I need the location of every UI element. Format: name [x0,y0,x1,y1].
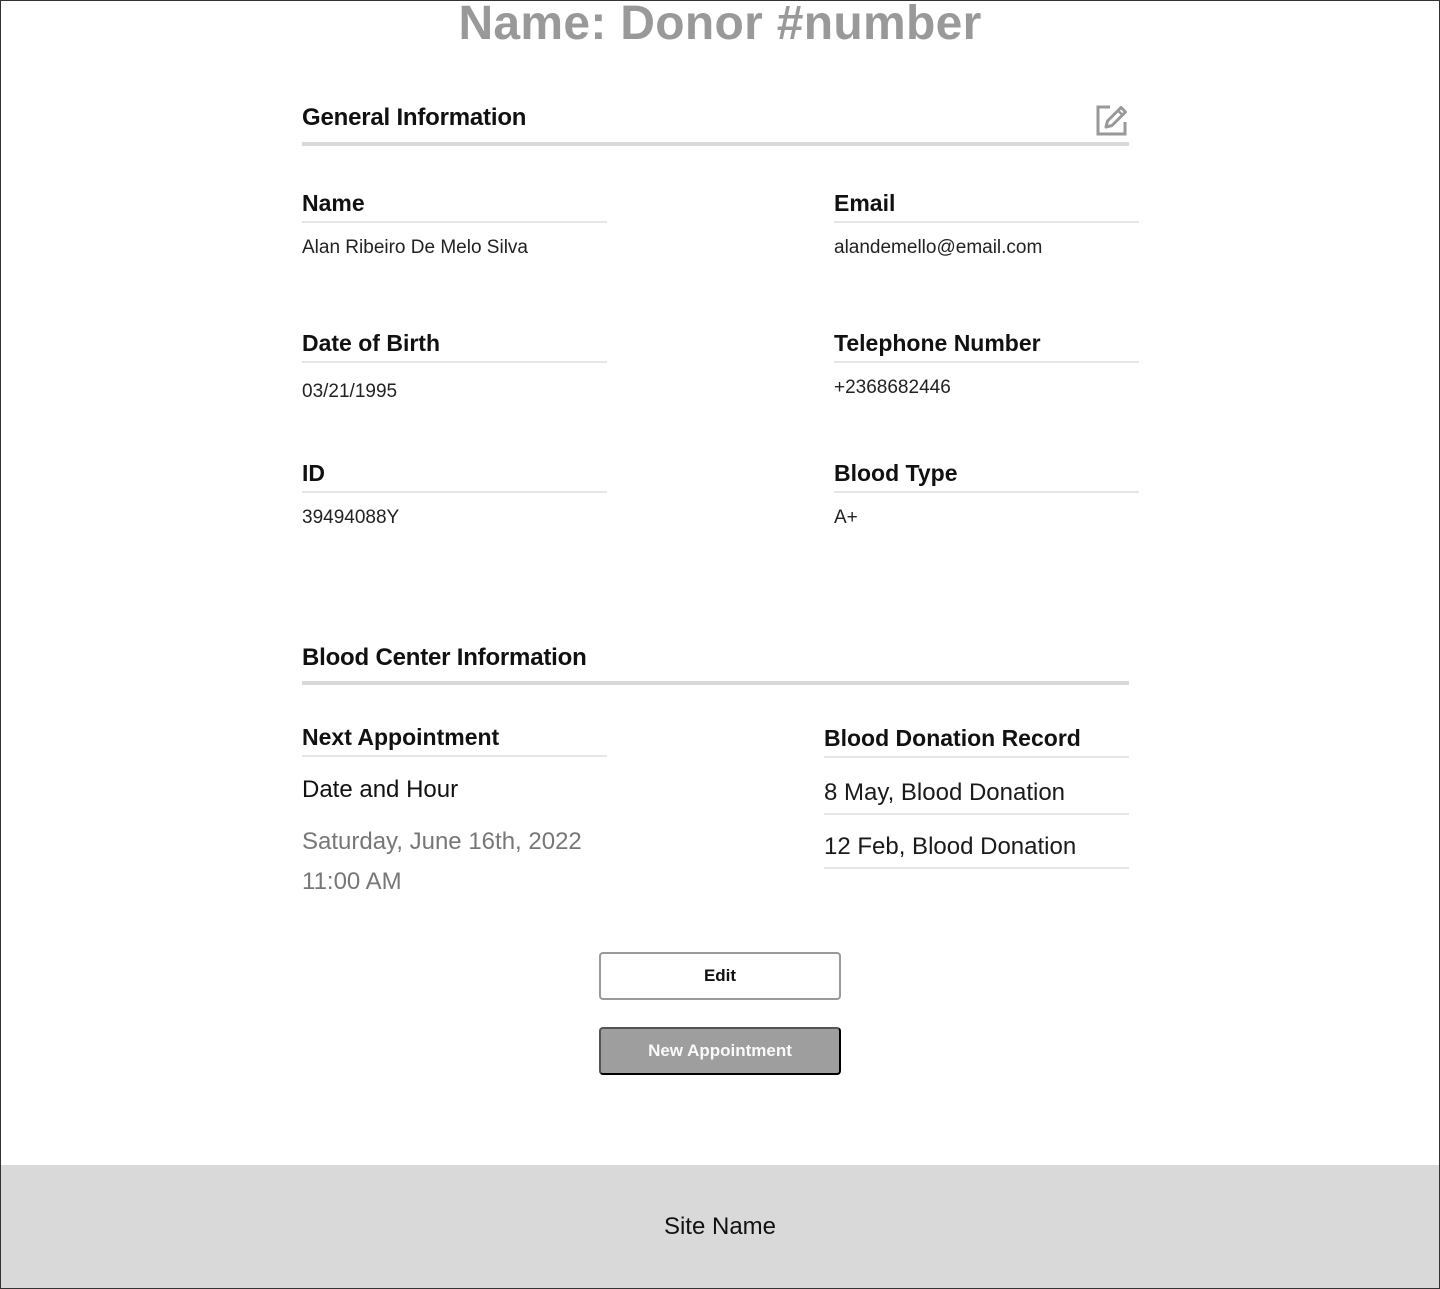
field-divider [302,221,607,223]
next-appointment: Next Appointment [302,723,607,757]
donation-record-text: 8 May, Blood Donation [824,779,1066,806]
field-label: Blood Donation Record [824,725,1081,751]
section-title: Blood Center Information [302,644,587,671]
field-label: Date of Birth [302,330,440,356]
field-label: Blood Type [834,460,958,486]
field-divider [302,491,607,493]
appointment-sub-label: Date and Hour [302,776,459,803]
donation-record-item: 8 May, Blood Donation [824,778,1129,815]
field-name: Name Alan Ribeiro De Melo Silva [302,189,607,259]
section-title: General Information [302,104,527,131]
appointment-date: Saturday, June 16th, 2022 [302,828,582,855]
field-divider [834,361,1139,363]
footer-site-name: Site Name [663,1213,777,1240]
blood-center-header: Blood Center Information [302,644,1129,685]
field-email: Email alandemello@email.com [834,189,1139,259]
field-label: ID [302,460,325,486]
field-date-of-birth: Date of Birth 03/21/1995 [302,329,607,403]
donation-record-item: 12 Feb, Blood Donation [824,832,1129,869]
section-divider [302,681,1129,685]
field-divider [824,756,1129,758]
footer: Site Name [0,1165,1440,1289]
appointment-time: 11:00 AM [302,868,402,895]
field-divider [834,491,1139,493]
donation-record: Blood Donation Record [824,724,1129,758]
field-value: +2368682446 [834,377,951,398]
field-value: 39494088Y [302,507,400,528]
donation-record-text: 12 Feb, Blood Donation [824,833,1077,860]
general-information-header: General Information [302,104,1129,146]
page-title: Name: Donor #number [458,0,982,50]
field-divider [302,361,607,363]
donation-record-divider [824,867,1129,869]
field-value: alandemello@email.com [834,237,1043,258]
field-telephone: Telephone Number +2368682446 [834,329,1139,399]
new-appointment-button[interactable]: New Appointment [599,1027,841,1075]
field-label: Email [834,190,896,216]
field-blood-type: Blood Type A+ [834,459,1139,529]
donation-record-divider [824,813,1129,815]
field-id: ID 39494088Y [302,459,607,529]
field-divider [302,755,607,757]
field-value: A+ [834,507,858,528]
field-label: Name [302,190,365,216]
field-label: Next Appointment [302,724,500,750]
field-divider [834,221,1139,223]
section-divider [302,142,1129,146]
edit-button[interactable]: Edit [599,952,841,1000]
field-value: Alan Ribeiro De Melo Silva [302,237,528,258]
field-value: 03/21/1995 [302,381,398,402]
field-label: Telephone Number [834,330,1041,356]
pencil-square-icon[interactable] [1094,102,1130,138]
